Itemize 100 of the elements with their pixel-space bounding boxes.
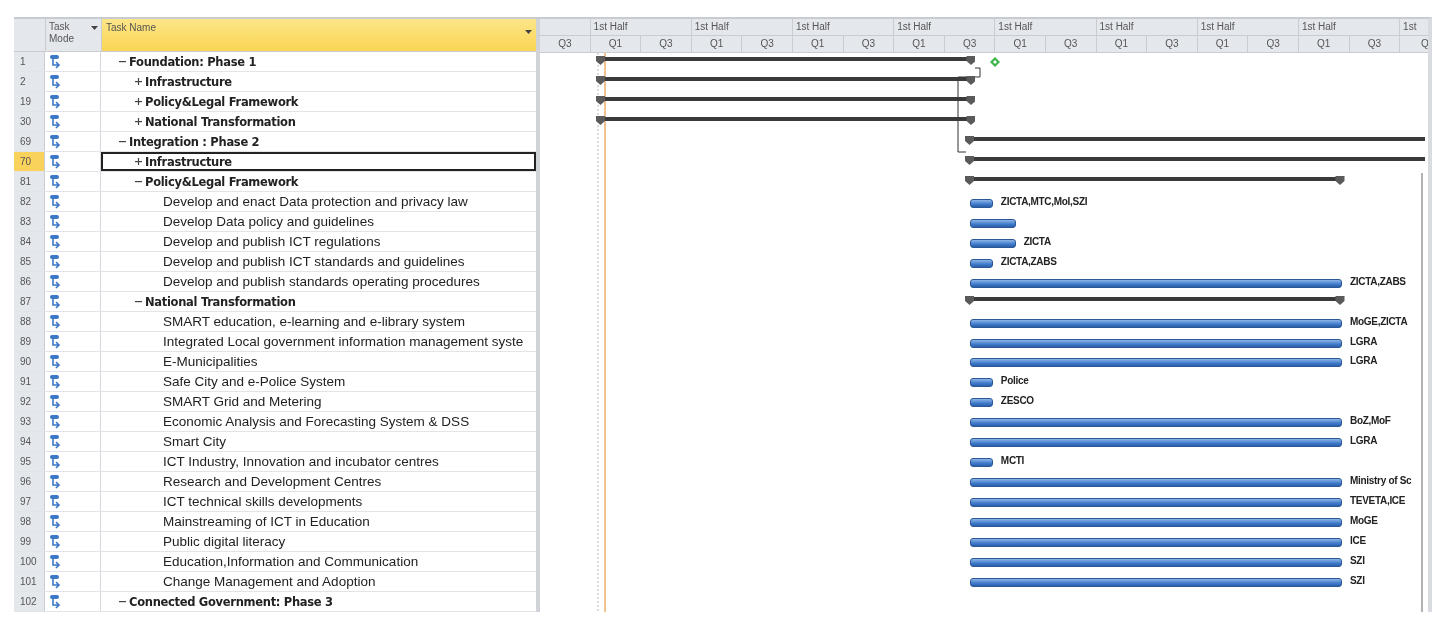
- task-name: Smart City: [163, 434, 226, 449]
- task-name-cell[interactable]: National Transformation: [101, 112, 536, 131]
- task-name-cell[interactable]: Change Management and Adoption: [101, 572, 536, 591]
- task-mode-icon: [49, 133, 63, 150]
- task-name-cell[interactable]: Integration : Phase 2: [101, 132, 536, 151]
- task-bar[interactable]: [970, 338, 1342, 348]
- collapse-icon[interactable]: [119, 598, 126, 605]
- task-name-cell[interactable]: Policy&Legal Framework: [101, 172, 536, 191]
- column-header[interactable]: Task Name: [102, 19, 536, 51]
- task-name-cell[interactable]: Integrated Local government information management syste: [101, 332, 536, 351]
- task-name-cell[interactable]: Develop and publish standards operating procedures: [101, 272, 536, 291]
- task-name: Safe City and e-Police System: [163, 374, 346, 389]
- timescale-label: 1st Half: [691, 19, 793, 35]
- task-name-cell[interactable]: Infrastructure: [101, 72, 536, 91]
- task-bar[interactable]: [970, 438, 1342, 448]
- task-name-cell[interactable]: Develop and publish ICT standards and guidelines: [101, 252, 536, 271]
- task-bar[interactable]: [970, 358, 1342, 368]
- task-mode-icon: [49, 333, 63, 350]
- task-mode-icon: [49, 513, 63, 530]
- task-name-cell[interactable]: Public digital literacy: [101, 532, 536, 551]
- task-bar[interactable]: [970, 378, 993, 388]
- row-number: 82: [14, 192, 45, 211]
- timescale-label: 1st Half: [590, 19, 692, 35]
- task-name-cell[interactable]: Mainstreaming of ICT in Education: [101, 512, 536, 531]
- row-number: 96: [14, 472, 45, 491]
- task-name-cell[interactable]: Research and Development Centres: [101, 472, 536, 491]
- timescale-label: Q3: [1349, 35, 1401, 52]
- row-number: 93: [14, 412, 45, 431]
- task-name-cell[interactable]: Develop and enact Data protection and privacy law: [101, 192, 536, 211]
- row-number: 99: [14, 532, 45, 551]
- task-name-cell[interactable]: National Transformation: [101, 292, 536, 311]
- collapse-icon[interactable]: [135, 178, 142, 185]
- dropdown-icon: [525, 30, 532, 34]
- resource-label: Police: [1000, 375, 1029, 387]
- task-name: National Transformation: [145, 294, 296, 309]
- row-number: 85: [14, 252, 45, 271]
- row-number: 86: [14, 272, 45, 291]
- row-number: 90: [14, 352, 45, 371]
- expand-icon[interactable]: [135, 78, 142, 85]
- task-bar[interactable]: [970, 578, 1342, 588]
- task-bar[interactable]: [970, 418, 1342, 428]
- task-name-cell[interactable]: Safe City and e-Police System: [101, 372, 536, 391]
- collapse-icon[interactable]: [119, 138, 126, 145]
- task-mode-icon: [49, 153, 63, 170]
- task-name: Develop and publish ICT regulations: [163, 234, 381, 249]
- task-name: Develop and publish ICT standards and guidelines: [163, 254, 465, 269]
- task-name-cell[interactable]: E-Municipalities: [101, 352, 536, 371]
- task-bar[interactable]: [970, 398, 993, 408]
- expand-icon[interactable]: [135, 118, 142, 125]
- task-name-cell[interactable]: Education,Information and Communication: [101, 552, 536, 571]
- task-name-cell[interactable]: Foundation: Phase 1: [101, 52, 536, 71]
- row-number: 83: [14, 212, 45, 231]
- task-name: E-Municipalities: [163, 354, 258, 369]
- task-name: SMART education, e-learning and e-library system: [163, 314, 465, 329]
- expand-icon[interactable]: [135, 98, 142, 105]
- expand-icon[interactable]: [135, 158, 142, 165]
- task-name: Integration : Phase 2: [129, 134, 260, 149]
- task-bar[interactable]: [970, 218, 1016, 228]
- task-name-cell[interactable]: Economic Analysis and Forecasting System & DSS: [101, 412, 536, 431]
- task-name-cell[interactable]: Policy&Legal Framework: [101, 92, 536, 111]
- task-name-cell[interactable]: SMART education, e-learning and e-library system: [101, 312, 536, 331]
- task-name-cell[interactable]: Smart City: [101, 432, 536, 451]
- task-name-cell[interactable]: Infrastructure: [101, 152, 536, 171]
- task-bar[interactable]: [970, 198, 993, 208]
- resource-label: ZESCO: [1000, 395, 1034, 407]
- task-mode-icon: [49, 553, 63, 570]
- task-bar[interactable]: [970, 318, 1342, 328]
- task-bar[interactable]: [970, 478, 1342, 488]
- task-bar[interactable]: [970, 538, 1342, 548]
- task-name: National Transformation: [145, 114, 296, 129]
- row-number: 2: [14, 72, 45, 91]
- task-bar[interactable]: [970, 278, 1342, 288]
- column-header[interactable]: Task Mode: [46, 19, 102, 51]
- task-name-cell[interactable]: SMART Grid and Metering: [101, 392, 536, 411]
- timescale-label: Q3: [641, 35, 692, 52]
- task-bar[interactable]: [970, 238, 1016, 248]
- timescale-label: Q1: [792, 35, 844, 52]
- task-name: Foundation: Phase 1: [129, 54, 257, 69]
- task-bar[interactable]: [970, 518, 1342, 528]
- task-name: Research and Development Centres: [163, 474, 382, 489]
- resource-label: SZI: [1350, 555, 1365, 567]
- task-mode-icon: [49, 473, 63, 490]
- timescale-label: Q1: [1197, 35, 1249, 52]
- task-name-cell[interactable]: Develop and publish ICT regulations: [101, 232, 536, 251]
- task-mode-icon: [49, 173, 63, 190]
- task-bar[interactable]: [970, 558, 1342, 568]
- task-bar[interactable]: [970, 458, 993, 468]
- timescale-label: Q1: [691, 35, 743, 52]
- task-mode-icon: [49, 113, 63, 130]
- row-number: 81: [14, 172, 45, 191]
- task-name-cell[interactable]: ICT Industry, Innovation and incubator centres: [101, 452, 536, 471]
- task-name-cell[interactable]: Develop Data policy and guidelines: [101, 212, 536, 231]
- collapse-icon[interactable]: [119, 58, 126, 65]
- resource-label: ZICTA,ZABS: [1000, 255, 1057, 267]
- task-bar[interactable]: [970, 498, 1342, 508]
- task-bar[interactable]: [970, 258, 993, 268]
- collapse-icon[interactable]: [135, 298, 142, 305]
- task-name-cell[interactable]: ICT technical skills developments: [101, 492, 536, 511]
- task-name-cell[interactable]: Connected Government: Phase 3: [101, 592, 536, 611]
- resource-label: SZI: [1350, 575, 1365, 587]
